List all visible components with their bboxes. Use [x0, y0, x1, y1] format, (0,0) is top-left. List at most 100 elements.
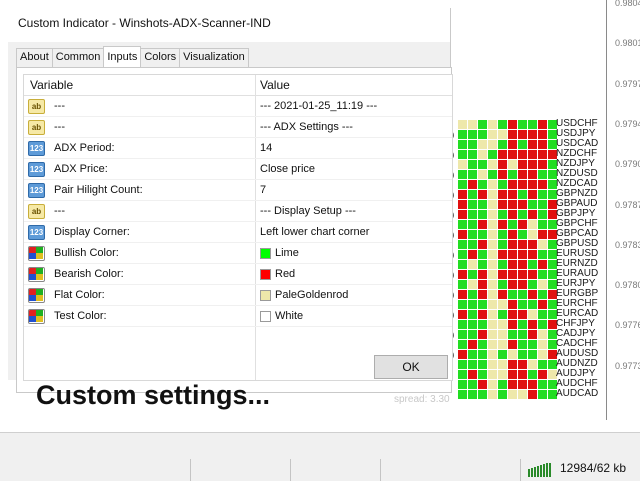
price-label: 0.97835	[615, 239, 640, 250]
input-value[interactable]: --- Display Setup ---	[260, 201, 356, 221]
input-value[interactable]: 14	[260, 138, 272, 158]
heatmap-cell	[508, 320, 517, 329]
heatmap-cell	[458, 150, 467, 159]
input-row[interactable]: Test Color: White	[24, 306, 452, 327]
ok-button[interactable]: OK	[374, 355, 448, 379]
heatmap-cell	[498, 380, 507, 389]
heatmap-cell	[498, 260, 507, 269]
input-row[interactable]: Bullish Color: Lime	[24, 243, 452, 264]
heatmap-cell	[508, 350, 517, 359]
heatmap-cell	[458, 270, 467, 279]
heatmap-cell	[458, 260, 467, 269]
input-value-text: Lime	[275, 247, 299, 259]
grid-rows: ab --- --- 2021-01-25_11:19 --- ab --- --- AD…	[24, 96, 452, 327]
input-value[interactable]: 7	[260, 180, 266, 200]
heatmap-cell	[488, 160, 497, 169]
heatmap-cell	[538, 330, 547, 339]
tab-about[interactable]: About	[16, 48, 53, 67]
heatmap-cell	[518, 300, 527, 309]
input-row[interactable]: ab --- --- Display Setup ---	[24, 201, 452, 222]
tab-colors[interactable]: Colors	[140, 48, 181, 67]
heatmap-cell	[508, 220, 517, 229]
heatmap-cell	[478, 390, 487, 399]
heatmap-cell	[458, 170, 467, 179]
input-row[interactable]: Bearish Color: Red	[24, 264, 452, 285]
heatmap-cell	[498, 200, 507, 209]
color-icon	[28, 309, 45, 324]
heatmap-cell	[538, 310, 547, 319]
heatmap-cell	[518, 350, 527, 359]
input-value[interactable]: Red	[260, 264, 295, 284]
heatmap-cell	[528, 350, 537, 359]
input-name: ---	[54, 205, 65, 217]
color-swatch	[260, 268, 271, 280]
input-name: ADX Price:	[54, 163, 108, 175]
heatmap-cell	[478, 310, 487, 319]
heatmap-cell	[508, 140, 517, 149]
tab-visualization[interactable]: Visualization	[179, 48, 249, 67]
input-value[interactable]: White	[260, 306, 303, 326]
heatmap-cell	[508, 150, 517, 159]
heatmap-cell	[518, 330, 527, 339]
input-value[interactable]: --- 2021-01-25_11:19 ---	[260, 96, 377, 116]
heatmap-cell	[468, 190, 477, 199]
input-value[interactable]: PaleGoldenrod	[260, 285, 348, 305]
color-icon	[28, 267, 45, 282]
heatmap-cell	[528, 120, 537, 129]
heatmap-cell	[508, 390, 517, 399]
input-value[interactable]: --- ADX Settings ---	[260, 117, 353, 137]
heatmap-cell	[458, 380, 467, 389]
input-row[interactable]: 123 ADX Price: Close price	[24, 159, 452, 180]
heatmap-cell	[538, 300, 547, 309]
heatmap-cell	[538, 180, 547, 189]
heatmap-cell	[538, 360, 547, 369]
input-row[interactable]: 123 Display Corner: Left lower chart corne…	[24, 222, 452, 243]
input-value[interactable]: Close price	[260, 159, 315, 179]
heatmap-cell	[498, 370, 507, 379]
heatmap-cell	[468, 280, 477, 289]
input-value-text: Left lower chart corner	[260, 226, 370, 238]
price-label: 0.97870	[615, 199, 640, 210]
heatmap-cell	[528, 260, 537, 269]
input-value[interactable]: Lime	[260, 243, 299, 263]
heatmap-cell	[538, 230, 547, 239]
heatmap-cell	[508, 280, 517, 289]
heatmap-cell	[518, 370, 527, 379]
heatmap-cell	[528, 280, 537, 289]
heatmap-cell	[458, 360, 467, 369]
heatmap-cell	[508, 370, 517, 379]
input-row[interactable]: ab --- --- 2021-01-25_11:19 ---	[24, 96, 452, 117]
input-row[interactable]: ab --- --- ADX Settings ---	[24, 117, 452, 138]
heatmap-cell	[478, 150, 487, 159]
custom-indicator-dialog: Custom Indicator - Winshots-ADX-Scanner-…	[8, 8, 453, 393]
heatmap-cell	[538, 350, 547, 359]
heatmap-cell	[468, 210, 477, 219]
price-label: 0.97765	[615, 320, 640, 331]
heatmap-cell	[468, 250, 477, 259]
heatmap-cell	[508, 130, 517, 139]
heatmap-cell	[538, 370, 547, 379]
heatmap-cell	[468, 220, 477, 229]
heatmap-cell	[458, 280, 467, 289]
input-name: Display Corner:	[54, 226, 130, 238]
heatmap-cell	[508, 270, 517, 279]
heatmap-cell	[478, 130, 487, 139]
heatmap-cell	[508, 210, 517, 219]
heatmap-cell	[508, 330, 517, 339]
input-row[interactable]: Flat Color: PaleGoldenrod	[24, 285, 452, 306]
ab-icon: ab	[28, 99, 45, 114]
input-value[interactable]: Left lower chart corner	[260, 222, 369, 242]
heatmap-cell	[538, 200, 547, 209]
heatmap-cell	[488, 170, 497, 179]
heatmap-cell	[488, 290, 497, 299]
tab-inputs[interactable]: Inputs	[103, 46, 142, 67]
heatmap-cell	[458, 370, 467, 379]
heatmap-cell	[528, 150, 537, 159]
heatmap-cell	[458, 180, 467, 189]
heatmap-cell	[458, 290, 467, 299]
input-row[interactable]: 123 ADX Period: 14	[24, 138, 452, 159]
heatmap-cell	[538, 250, 547, 259]
tab-common[interactable]: Common	[51, 48, 105, 67]
input-row[interactable]: 123 Pair Hilight Count: 7	[24, 180, 452, 201]
heatmap-cell	[468, 260, 477, 269]
